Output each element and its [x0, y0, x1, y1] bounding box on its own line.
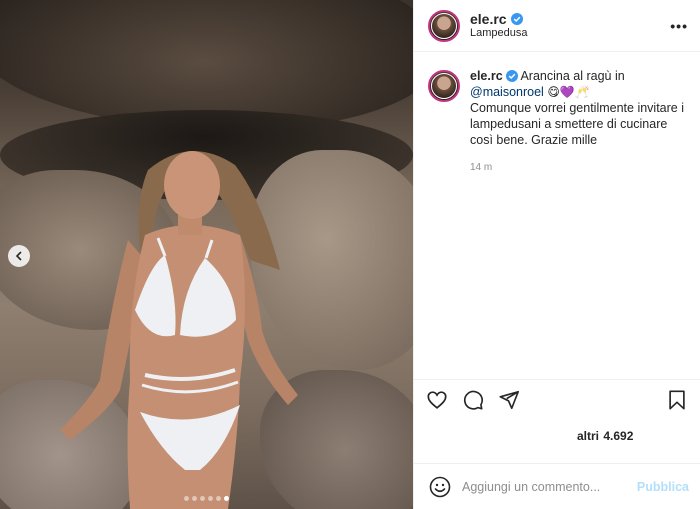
- carousel-dot: [200, 496, 205, 501]
- heart-icon: [427, 391, 447, 409]
- likes-count[interactable]: altri 4.692: [414, 422, 700, 450]
- like-button[interactable]: [426, 389, 450, 413]
- likes-prefix[interactable]: altri: [577, 429, 599, 443]
- publish-button[interactable]: Pubblica: [637, 480, 689, 494]
- carousel-dot: [224, 496, 229, 501]
- location-link[interactable]: Lampedusa: [470, 27, 670, 40]
- post-timestamp[interactable]: 14 m: [470, 160, 686, 176]
- carousel-dot: [192, 496, 197, 501]
- carousel-dot: [184, 496, 189, 501]
- caption-section: ele.rc Arancina al ragù in @maisonroel 😋…: [414, 52, 700, 380]
- photo-subject: [60, 151, 298, 509]
- emoji-smile-icon[interactable]: [428, 475, 452, 499]
- comment-button[interactable]: [462, 389, 486, 413]
- caption-comment: ele.rc Arancina al ragù in @maisonroel 😋…: [428, 68, 686, 176]
- caption-emojis: 😋💜🥂: [547, 85, 590, 99]
- post-sidebar: ele.rc Lampedusa ••• ele.rc Arancina al …: [413, 0, 700, 509]
- share-button[interactable]: [498, 389, 522, 413]
- save-button[interactable]: [666, 389, 690, 413]
- avatar[interactable]: [428, 70, 460, 102]
- caption-body: Comunque vorrei gentilmente invitare i l…: [470, 101, 684, 147]
- username-text[interactable]: ele.rc: [470, 11, 507, 27]
- post-header: ele.rc Lampedusa •••: [414, 0, 700, 52]
- comment-bubble-icon: [463, 390, 483, 410]
- caption-username-text[interactable]: ele.rc: [470, 68, 503, 84]
- post-media[interactable]: [0, 0, 413, 509]
- more-options-button[interactable]: •••: [670, 18, 688, 34]
- paper-plane-icon: [499, 390, 519, 410]
- action-bar: [414, 380, 700, 422]
- verified-badge-icon: [510, 13, 523, 26]
- carousel-dot: [216, 496, 221, 501]
- mention-link[interactable]: @maisonroel: [470, 85, 544, 99]
- author-username[interactable]: ele.rc: [470, 11, 523, 27]
- verified-badge-icon: [505, 70, 518, 82]
- chevron-left-icon: [15, 251, 22, 261]
- carousel-dot: [208, 496, 213, 501]
- carousel-indicator: [0, 496, 413, 501]
- carousel-prev-button[interactable]: [8, 245, 30, 267]
- comment-input[interactable]: [462, 479, 637, 494]
- avatar[interactable]: [428, 9, 460, 42]
- caption-text: Arancina al ragù in: [520, 69, 625, 83]
- add-comment-form: Pubblica: [414, 463, 700, 509]
- bookmark-icon: [669, 390, 685, 410]
- caption-username[interactable]: ele.rc: [470, 68, 518, 84]
- likes-number[interactable]: 4.692: [603, 429, 633, 443]
